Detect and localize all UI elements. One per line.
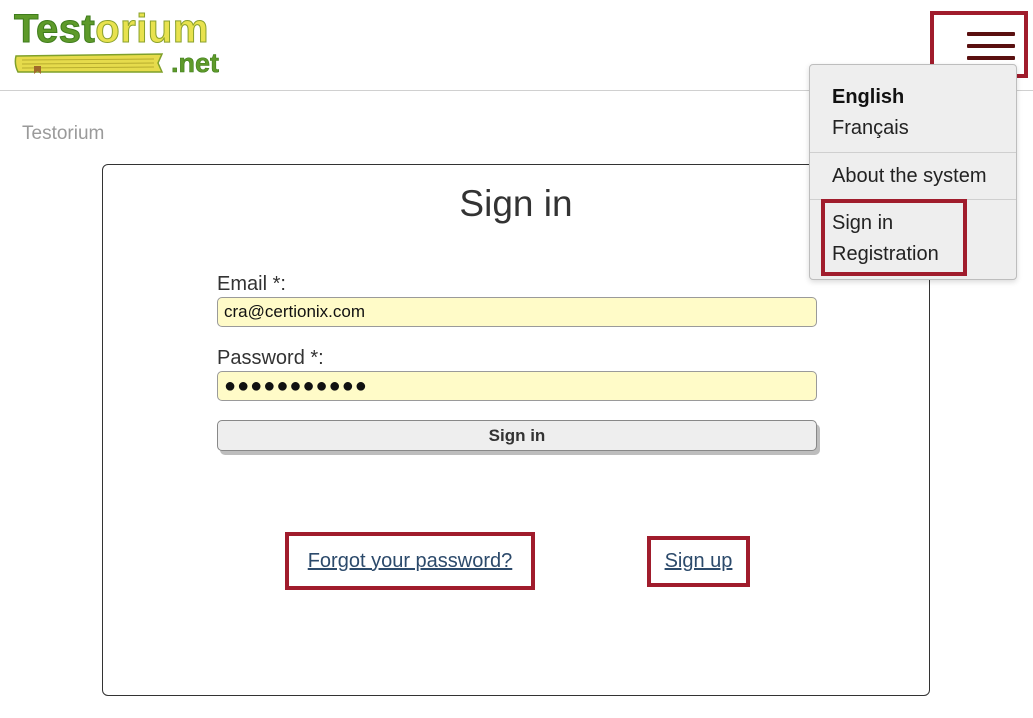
breadcrumb[interactable]: Testorium [22,123,104,145]
menu-divider [810,152,1016,153]
logo-word-part1: Test [13,7,96,51]
page-title: Sign in [459,183,573,224]
sign-in-panel: Sign in Email *: Password *: Sign in For… [102,164,930,696]
sign-in-button[interactable]: Sign in [217,420,817,451]
menu-item-about[interactable]: About the system [832,165,987,188]
menu-item-francais[interactable]: Français [832,117,909,140]
sign-up-link[interactable]: Sign up [665,550,733,573]
forgot-password-link[interactable]: Forgot your password? [308,550,513,573]
forgot-password-highlight: Forgot your password? [285,532,535,590]
email-field[interactable] [217,297,817,327]
main-menu-dropdown: English Français About the system Sign i… [809,64,1017,280]
logo-word-part2: orium [95,7,209,51]
hamburger-bar [967,32,1015,36]
password-field[interactable] [217,371,817,401]
logo-suffix: .net [171,48,220,79]
logo-wordmark: Testorium [13,7,209,51]
testorium-logo[interactable]: Testorium .net [13,7,229,86]
hamburger-bar [967,56,1015,60]
sign-up-highlight: Sign up [647,536,750,587]
menu-item-english[interactable]: English [832,86,904,109]
hamburger-bar [967,44,1015,48]
account-menu-highlight [821,199,967,276]
book-icon [14,53,164,74]
password-label: Password *: [217,347,324,369]
email-label: Email *: [217,273,286,295]
